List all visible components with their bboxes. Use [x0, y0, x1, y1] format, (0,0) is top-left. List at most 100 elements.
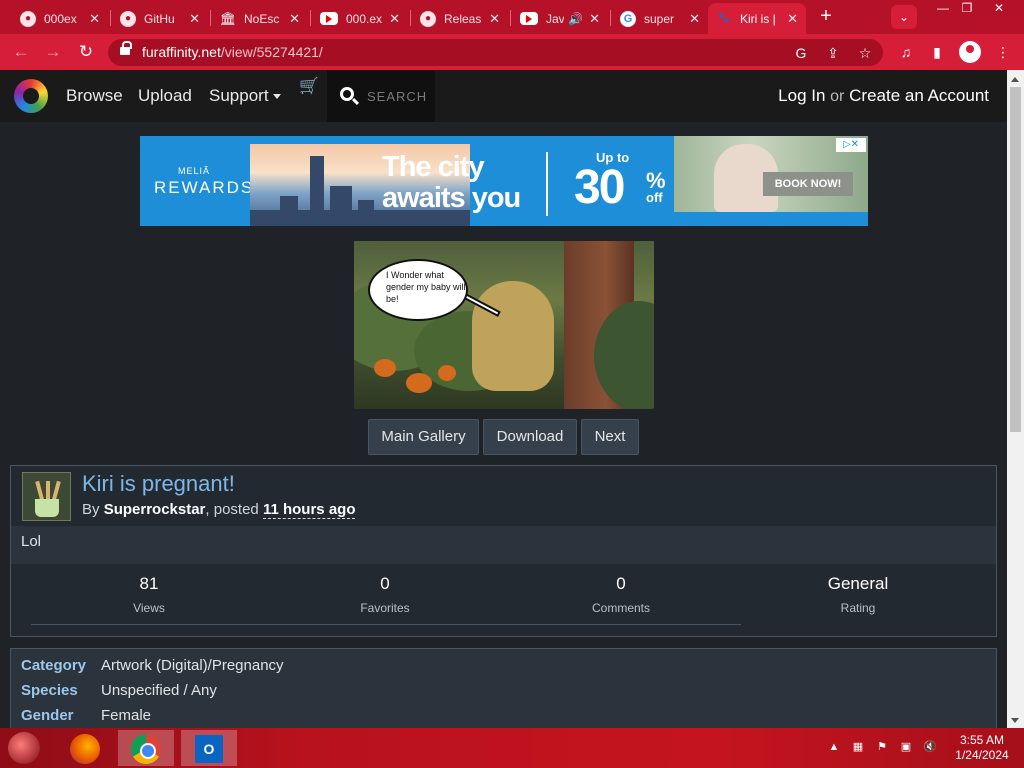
share-icon[interactable]: ⇪: [824, 44, 842, 62]
ad-choices-icon[interactable]: ▷✕: [836, 138, 866, 152]
tab-close-icon[interactable]: ✕: [689, 11, 700, 27]
address-bar[interactable]: furaffinity.net/view/55274421/ G ⇪ ☆: [108, 39, 883, 66]
stat-comments: 0 Comments: [503, 574, 739, 615]
auth-links: Log In or Create an Account: [778, 86, 989, 106]
ad-off: off: [646, 190, 663, 205]
taskbar-outlook[interactable]: O: [181, 730, 237, 766]
tab-close-icon[interactable]: ✕: [289, 11, 300, 27]
profile-avatar-icon[interactable]: [959, 41, 981, 63]
submission-stats: 81 Views 0 Favorites 0 Comments General …: [11, 564, 996, 636]
stat-label: Favorites: [360, 601, 410, 615]
bank-icon: 🏛: [219, 10, 237, 26]
info-gender: Gender Female: [21, 707, 151, 724]
stat-label: Rating: [840, 601, 876, 615]
dinosaur-character: [472, 281, 554, 391]
tray-flag-icon[interactable]: ⚑: [875, 740, 889, 754]
posted-text: , posted: [205, 501, 259, 518]
restore-icon[interactable]: ❐: [952, 0, 982, 18]
tab-title: super: [644, 11, 675, 26]
submission-header: Kiri is pregnant! By Superrockstar, post…: [11, 466, 996, 526]
media-control-icon[interactable]: ♫: [896, 42, 916, 62]
menu-kebab-icon[interactable]: ⋮: [993, 42, 1013, 62]
tab-title: Kiri is |: [740, 11, 776, 26]
github-icon: ●: [20, 10, 36, 27]
new-tab-button[interactable]: +: [815, 6, 837, 28]
browser-tab-active[interactable]: 🐾 Kiri is | ✕: [708, 3, 806, 34]
gender-link[interactable]: Female: [101, 707, 151, 724]
close-window-icon[interactable]: ✕: [984, 0, 1014, 18]
advertisement-banner[interactable]: MELIÃ REWARDS The city awaits you Up to …: [140, 136, 868, 226]
browser-tab[interactable]: 🏛 NoEsc ✕: [212, 3, 308, 34]
submission-title: Kiri is pregnant!: [82, 471, 235, 496]
browser-tab[interactable]: ● GitHu ✕: [112, 3, 208, 34]
author-link[interactable]: Superrockstar: [104, 501, 206, 518]
download-button[interactable]: Download: [483, 419, 577, 455]
posted-time: 11 hours ago: [262, 501, 356, 519]
next-button[interactable]: Next: [581, 419, 639, 455]
back-arrow-icon[interactable]: ←: [10, 41, 32, 63]
bookmark-star-icon[interactable]: ☆: [856, 44, 874, 62]
google-lens-icon[interactable]: G: [792, 44, 810, 62]
side-panel-icon[interactable]: ▮: [927, 42, 947, 62]
species-link[interactable]: Unspecified / Any: [101, 682, 217, 699]
tray-volume-muted-icon[interactable]: 🔇: [923, 740, 937, 754]
tab-close-icon[interactable]: ✕: [489, 11, 500, 27]
submission-byline: By Superrockstar, posted 11 hours ago: [82, 501, 356, 519]
browser-tab[interactable]: ● Releas ✕: [412, 3, 508, 34]
tab-close-icon[interactable]: ✕: [89, 11, 100, 27]
browser-tab[interactable]: ● 000ex ✕: [12, 3, 108, 34]
ad-book-now-button[interactable]: BOOK NOW!: [763, 172, 853, 196]
tab-search-chevron-icon[interactable]: ⌄: [891, 5, 917, 29]
youtube-icon: [320, 12, 338, 25]
tab-title: GitHu: [144, 11, 175, 26]
speaker-icon[interactable]: 🔊: [568, 12, 583, 26]
furaffinity-logo-icon[interactable]: [14, 79, 48, 113]
browser-tab[interactable]: 000.ex ✕: [312, 3, 408, 34]
scroll-up-icon[interactable]: [1011, 77, 1019, 82]
url-text[interactable]: furaffinity.net/view/55274421/: [142, 44, 323, 60]
login-link[interactable]: Log In: [778, 86, 825, 105]
chrome-icon: [131, 734, 161, 764]
taskbar-chrome[interactable]: [118, 730, 174, 766]
tab-close-icon[interactable]: ✕: [389, 11, 400, 27]
scroll-down-icon[interactable]: [1011, 718, 1019, 723]
nav-upload[interactable]: Upload: [138, 86, 192, 106]
main-gallery-button[interactable]: Main Gallery: [368, 419, 479, 455]
author-avatar[interactable]: [22, 472, 71, 521]
tray-overflow-icon[interactable]: ▲: [827, 740, 841, 754]
stat-views: 81 Views: [31, 574, 267, 615]
submission-card: Kiri is pregnant! By Superrockstar, post…: [10, 465, 997, 637]
url-domain: furaffinity.net: [142, 44, 221, 60]
taskbar-firefox[interactable]: [57, 730, 113, 766]
ad-brand-top: MELIÃ: [178, 166, 211, 176]
browser-tab[interactable]: G super ✕: [612, 3, 708, 34]
category-link[interactable]: Artwork (Digital)/Pregnancy: [101, 657, 284, 674]
create-account-link[interactable]: Create an Account: [849, 86, 989, 105]
by-text: By: [82, 501, 100, 518]
tab-close-icon[interactable]: ✕: [189, 11, 200, 27]
page-scrollbar[interactable]: [1007, 70, 1024, 728]
start-button-icon[interactable]: [8, 732, 40, 764]
shopping-cart-icon[interactable]: 🛒: [299, 76, 319, 95]
tray-network-adapter-icon[interactable]: ▦: [851, 740, 865, 754]
forward-arrow-icon[interactable]: →: [42, 41, 64, 63]
browser-tab[interactable]: Jav 🔊 ✕: [512, 3, 608, 34]
nav-browse[interactable]: Browse: [66, 86, 123, 106]
site-search[interactable]: SEARCH: [327, 70, 435, 122]
site-navbar: Browse Upload Support 🛒 SEARCH Log In or…: [0, 70, 1007, 122]
submission-image[interactable]: I Wonder what gender my baby will be!: [354, 241, 654, 409]
submission-info: Category Artwork (Digital)/Pregnancy Spec…: [10, 648, 997, 728]
outlook-icon: O: [195, 735, 223, 763]
search-placeholder: SEARCH: [367, 89, 428, 104]
tab-title: Releas: [444, 11, 482, 26]
reload-icon[interactable]: ↻: [75, 41, 97, 63]
scrollbar-thumb[interactable]: [1010, 87, 1021, 432]
nav-support[interactable]: Support: [209, 86, 281, 106]
tab-close-icon[interactable]: ✕: [787, 11, 798, 27]
stat-label: Comments: [591, 601, 650, 615]
taskbar-clock[interactable]: 3:55 AM 1/24/2024: [952, 733, 1012, 763]
ad-brand-bottom: REWARDS: [154, 178, 255, 197]
ad-percent: 30: [574, 161, 625, 214]
tray-network-icon[interactable]: ▣: [899, 740, 913, 754]
tab-close-icon[interactable]: ✕: [589, 11, 600, 27]
